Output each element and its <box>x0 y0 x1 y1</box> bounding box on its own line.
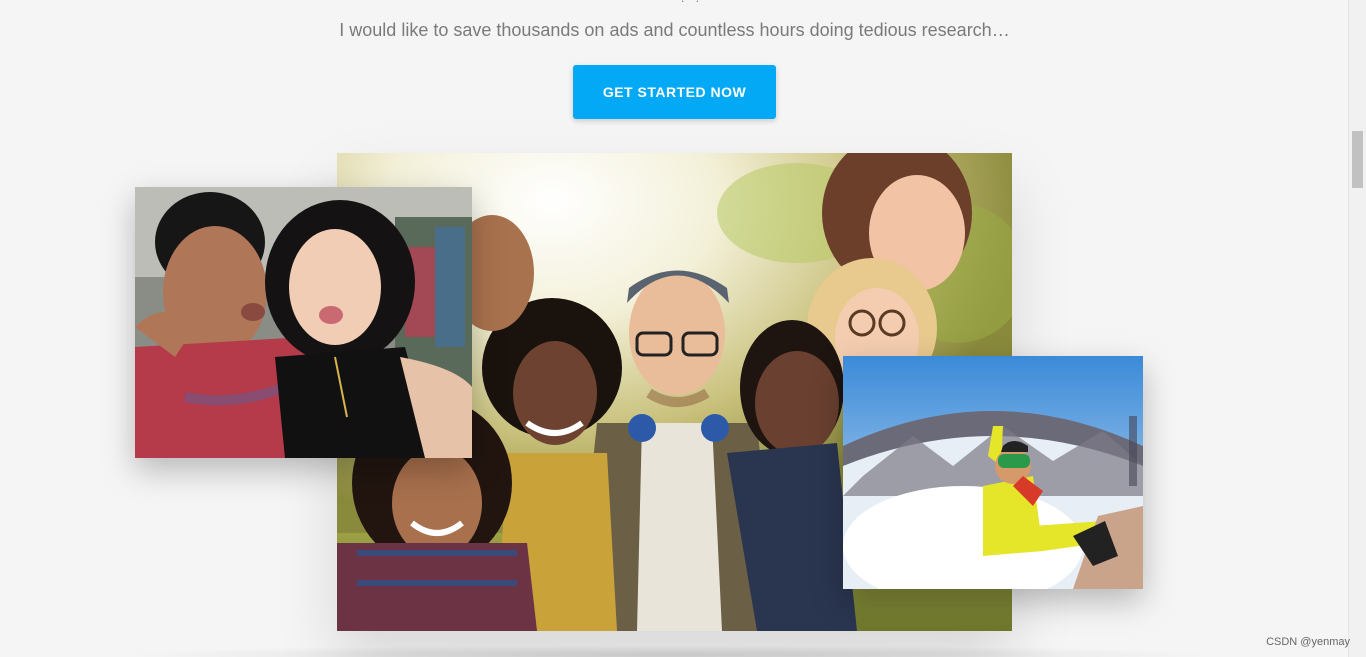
skier-selfie-photo <box>843 356 1143 589</box>
couple-selfie-photo <box>135 187 472 458</box>
get-started-button[interactable]: GET STARTED NOW <box>573 65 776 119</box>
page-scrollbar[interactable] <box>1348 0 1366 657</box>
hero-subtitle: I would like to save thousands on ads an… <box>339 20 1010 40</box>
section-bottom-shadow <box>120 645 1220 657</box>
watermark: CSDN @yenmay <box>1266 636 1350 648</box>
scrollbar-thumb[interactable] <box>1352 131 1363 188</box>
landing-page: I would like to save thousands on ads an… <box>0 0 1366 657</box>
heading-cutoff <box>660 0 720 2</box>
